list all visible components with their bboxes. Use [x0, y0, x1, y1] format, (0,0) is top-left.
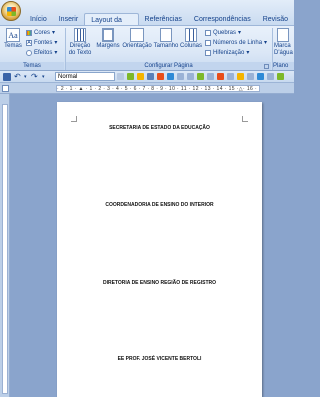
doc-line-coordenadoria: COORDENADORIA DE ENSINO DO INTERIOR	[105, 202, 214, 208]
more-tools-icon[interactable]	[267, 73, 274, 80]
plano-group-label: Plano	[273, 62, 294, 70]
bullets-icon[interactable]	[187, 73, 194, 80]
efeitos-label: Efeitos	[34, 50, 53, 56]
colunas-button[interactable]: Colunas	[179, 28, 203, 50]
numeros-linha-button[interactable]: Números de Linha ▾	[205, 39, 267, 47]
blue-tool-icon[interactable]	[167, 73, 174, 80]
tamanho-label: Tamanho	[153, 43, 179, 49]
crop-mark	[71, 116, 77, 122]
breaks-icon	[205, 30, 211, 36]
folder-icon[interactable]	[237, 73, 244, 80]
align-icon[interactable]	[177, 73, 184, 80]
quebras-label: Quebras	[213, 30, 237, 36]
print-icon[interactable]	[217, 73, 224, 80]
vertical-ruler[interactable]	[0, 94, 10, 397]
table-icon[interactable]	[147, 73, 154, 80]
spell-icon[interactable]	[197, 73, 204, 80]
highlight-icon[interactable]	[137, 73, 144, 80]
watermark-icon	[277, 28, 289, 42]
hifenizacao-button[interactable]: Hifenização ▾	[205, 49, 249, 57]
margens-button[interactable]: Margens	[96, 28, 120, 50]
doc-line-diretoria: DIRETORIA DE ENSINO REGIÃO DE REGISTRO	[102, 280, 217, 286]
horizontal-ruler[interactable]: · 2 · 1 · ▲ · 1 · 2 · 3 · 4 · 5 · 6 · 7 …	[0, 83, 294, 94]
doc-line-escola: EE PROF. JOSÉ VICENTE BERTOLI	[117, 356, 202, 362]
margins-icon	[102, 28, 114, 42]
dialog-launcher-icon[interactable]	[264, 64, 269, 69]
ribbon: Aa Temas Cores ▾ A Fontes ▾ Efeitos ▾ Temas…	[0, 25, 294, 71]
cores-label: Cores	[34, 30, 51, 36]
red-tool-icon[interactable]	[157, 73, 164, 80]
style-dropdown-icon[interactable]	[117, 73, 124, 80]
tab-selector-icon[interactable]	[2, 85, 9, 92]
vertical-ruler-scale	[2, 104, 8, 394]
preview-icon[interactable]	[227, 73, 234, 80]
fontes-label: Fontes	[34, 40, 53, 46]
crop-mark	[242, 116, 248, 122]
office-logo-icon	[7, 7, 16, 16]
orientacao-button[interactable]: Orientação	[121, 28, 153, 50]
text-direction-icon	[74, 28, 86, 42]
efeitos-button[interactable]: Efeitos ▾	[26, 49, 57, 57]
configurar-pagina-group-label: Configurar Página	[66, 62, 271, 70]
fontes-button[interactable]: A Fontes ▾	[26, 39, 57, 47]
colunas-label: Colunas	[179, 43, 202, 49]
zoom-icon[interactable]	[247, 73, 254, 80]
style-select[interactable]: Normal	[55, 72, 115, 81]
line-numbers-icon	[205, 40, 211, 46]
undo-icon[interactable]: ↶	[14, 73, 22, 81]
marca-dagua-button[interactable]: Marca D'água	[274, 28, 300, 57]
effects-icon	[26, 50, 32, 56]
themes-icon: Aa	[6, 28, 20, 42]
green-tool-icon[interactable]	[127, 73, 134, 80]
fonts-icon: A	[26, 40, 32, 46]
qat-customize-icon[interactable]: ▾	[42, 73, 50, 81]
office-button[interactable]	[1, 1, 21, 21]
doc-line-secretaria: SECRETARIA DE ESTADO DA EDUCAÇÃO	[109, 125, 210, 131]
hifenizacao-label: Hifenização	[213, 50, 245, 56]
document-page[interactable]: SECRETARIA DE ESTADO DA EDUCAÇÃO COORDEN…	[57, 102, 262, 397]
orientacao-label: Orientação	[122, 43, 152, 49]
hyphenation-icon	[205, 50, 211, 56]
marca-label: Marca D'água	[274, 43, 293, 56]
document-workspace: SECRETARIA DE ESTADO DA EDUCAÇÃO COORDEN…	[10, 94, 294, 397]
title-tab-bar: Início Inserir Layout da Página Referênc…	[0, 0, 294, 37]
margens-label: Margens	[96, 43, 120, 49]
help-icon[interactable]	[257, 73, 264, 80]
save-icon[interactable]	[3, 73, 11, 81]
temas-label: Temas	[4, 43, 22, 49]
cores-button[interactable]: Cores ▾	[26, 29, 55, 37]
ruler-scale: · 2 · 1 · ▲ · 1 · 2 · 3 · 4 · 5 · 6 · 7 …	[56, 85, 260, 92]
direcao-label: Direção do Texto	[68, 43, 92, 56]
extra-tool-icon[interactable]	[277, 73, 284, 80]
quick-access-toolbar: ↶ ▾ ↷ ▾ Normal	[0, 71, 294, 83]
orientation-icon	[130, 28, 144, 42]
redo-icon[interactable]: ↷	[31, 73, 39, 81]
tamanho-button[interactable]: Tamanho	[153, 28, 179, 50]
paragraph-icon[interactable]	[207, 73, 214, 80]
temas-button[interactable]: Aa Temas	[3, 28, 23, 50]
size-icon	[160, 28, 172, 42]
numeros-linha-label: Números de Linha	[213, 40, 263, 46]
quebras-button[interactable]: Quebras ▾	[205, 29, 241, 37]
temas-group-label: Temas	[0, 62, 64, 70]
colors-icon	[26, 30, 32, 36]
direcao-texto-button[interactable]: Direção do Texto	[67, 28, 93, 57]
columns-icon	[185, 28, 197, 42]
